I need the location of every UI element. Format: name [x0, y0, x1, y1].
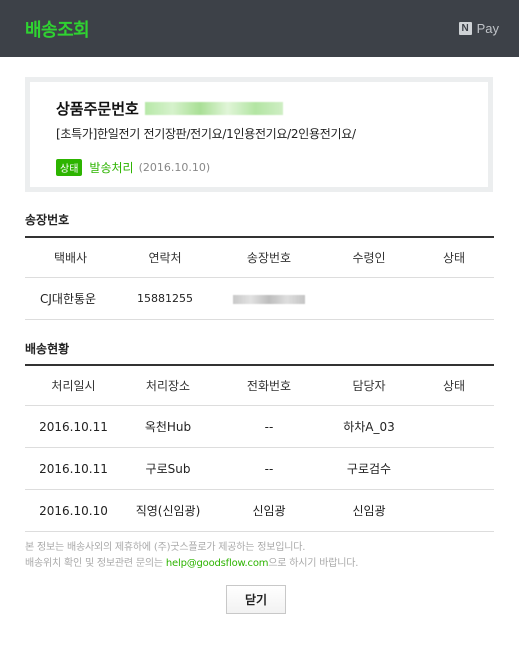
- place-cell: 옥천Hub: [122, 405, 214, 448]
- phone-cell: --: [214, 405, 324, 448]
- invoice-header-cell: 연락처: [116, 236, 214, 278]
- naver-n-icon: N: [458, 22, 472, 35]
- phone-cell: --: [214, 447, 324, 490]
- manager-cell: 신임광: [324, 489, 414, 532]
- delivery-header-cell: 상태: [414, 364, 494, 406]
- status-cell: [414, 447, 494, 490]
- phone-cell: 15881255: [116, 277, 214, 320]
- order-info-box: 상품주문번호 [초특가]한일전기 전기장판/전기요/1인용전기요/2인용전기요/…: [25, 77, 493, 192]
- table-row: CJ대한통운 15881255: [25, 277, 494, 320]
- invoice-header-row: 택배사 연락처 송장번호 수령인 상태: [25, 236, 494, 278]
- delivery-header-cell: 전화번호: [214, 364, 324, 406]
- table-row: 2016.10.11 구로Sub -- 구로검수: [25, 447, 494, 490]
- notice-text: 본 정보는 배송사외의 제휴하에 (주)굿스플로가 제공하는 정보입니다. 배송…: [25, 540, 358, 572]
- invoice-header-cell: 송장번호: [214, 236, 324, 278]
- delivery-table: 처리일시 처리장소 전화번호 담당자 상태 2016.10.11 옥천Hub -…: [25, 364, 494, 532]
- close-button[interactable]: 닫기: [226, 585, 286, 614]
- delivery-header-row: 처리일시 처리장소 전화번호 담당자 상태: [25, 364, 494, 406]
- status-badge: 상태: [56, 159, 83, 176]
- place-cell: 직영(신임광): [122, 489, 214, 532]
- delivery-section-title: 배송현황: [25, 342, 70, 356]
- notice-suffix: 으로 하시기 바랍니다.: [268, 558, 359, 569]
- order-status-date: (2016.10.10): [138, 161, 211, 174]
- notice-line-2: 배송위치 확인 및 정보관련 문의는 help@goodsflow.com으로 …: [25, 556, 358, 572]
- support-email-link[interactable]: help@goodsflow.com: [166, 558, 269, 569]
- order-number-title: 상품주문번호: [56, 98, 283, 119]
- date-cell: 2016.10.11: [25, 447, 122, 490]
- manager-cell: 하차A_03: [324, 405, 414, 448]
- delivery-header-cell: 처리장소: [122, 364, 214, 406]
- recipient-cell: [324, 277, 414, 320]
- notice-prefix: 배송위치 확인 및 정보관련 문의는: [25, 558, 166, 569]
- table-row: 2016.10.10 직영(신임광) 신임광 신임광: [25, 489, 494, 532]
- tracking-cell[interactable]: [214, 277, 324, 320]
- invoice-header-cell: 수령인: [324, 236, 414, 278]
- invoice-header-cell: 택배사: [25, 236, 116, 278]
- notice-line-1: 본 정보는 배송사외의 제휴하에 (주)굿스플로가 제공하는 정보입니다.: [25, 542, 306, 553]
- order-status: 발송처리: [89, 161, 134, 175]
- invoice-table: 택배사 연락처 송장번호 수령인 상태 CJ대한통운 15881255: [25, 236, 494, 320]
- status-cell: [414, 489, 494, 532]
- product-name: [초특가]한일전기 전기장판/전기요/1인용전기요/2인용전기요/: [56, 127, 356, 141]
- status-cell: [414, 277, 494, 320]
- tracking-number-redacted: [233, 294, 305, 304]
- carrier-cell: CJ대한통운: [25, 277, 116, 320]
- date-cell: 2016.10.11: [25, 405, 122, 448]
- order-number-label: 상품주문번호: [56, 100, 139, 118]
- delivery-header-cell: 처리일시: [25, 364, 122, 406]
- invoice-header-cell: 상태: [414, 236, 494, 278]
- page-title: 배송조회: [25, 20, 90, 41]
- order-status-line: 상태 발송처리 (2016.10.10): [56, 159, 210, 176]
- status-cell: [414, 405, 494, 448]
- invoice-section-title: 송장번호: [25, 213, 70, 227]
- table-row: 2016.10.11 옥천Hub -- 하차A_03: [25, 405, 494, 448]
- place-cell: 구로Sub: [122, 447, 214, 490]
- order-number-redacted: [144, 102, 283, 115]
- header: 배송조회 N Pay: [0, 0, 519, 57]
- npay-logo: N Pay: [458, 21, 499, 36]
- phone-cell: 신임광: [214, 489, 324, 532]
- delivery-header-cell: 담당자: [324, 364, 414, 406]
- manager-cell: 구로검수: [324, 447, 414, 490]
- pay-label: Pay: [476, 21, 499, 36]
- date-cell: 2016.10.10: [25, 489, 122, 532]
